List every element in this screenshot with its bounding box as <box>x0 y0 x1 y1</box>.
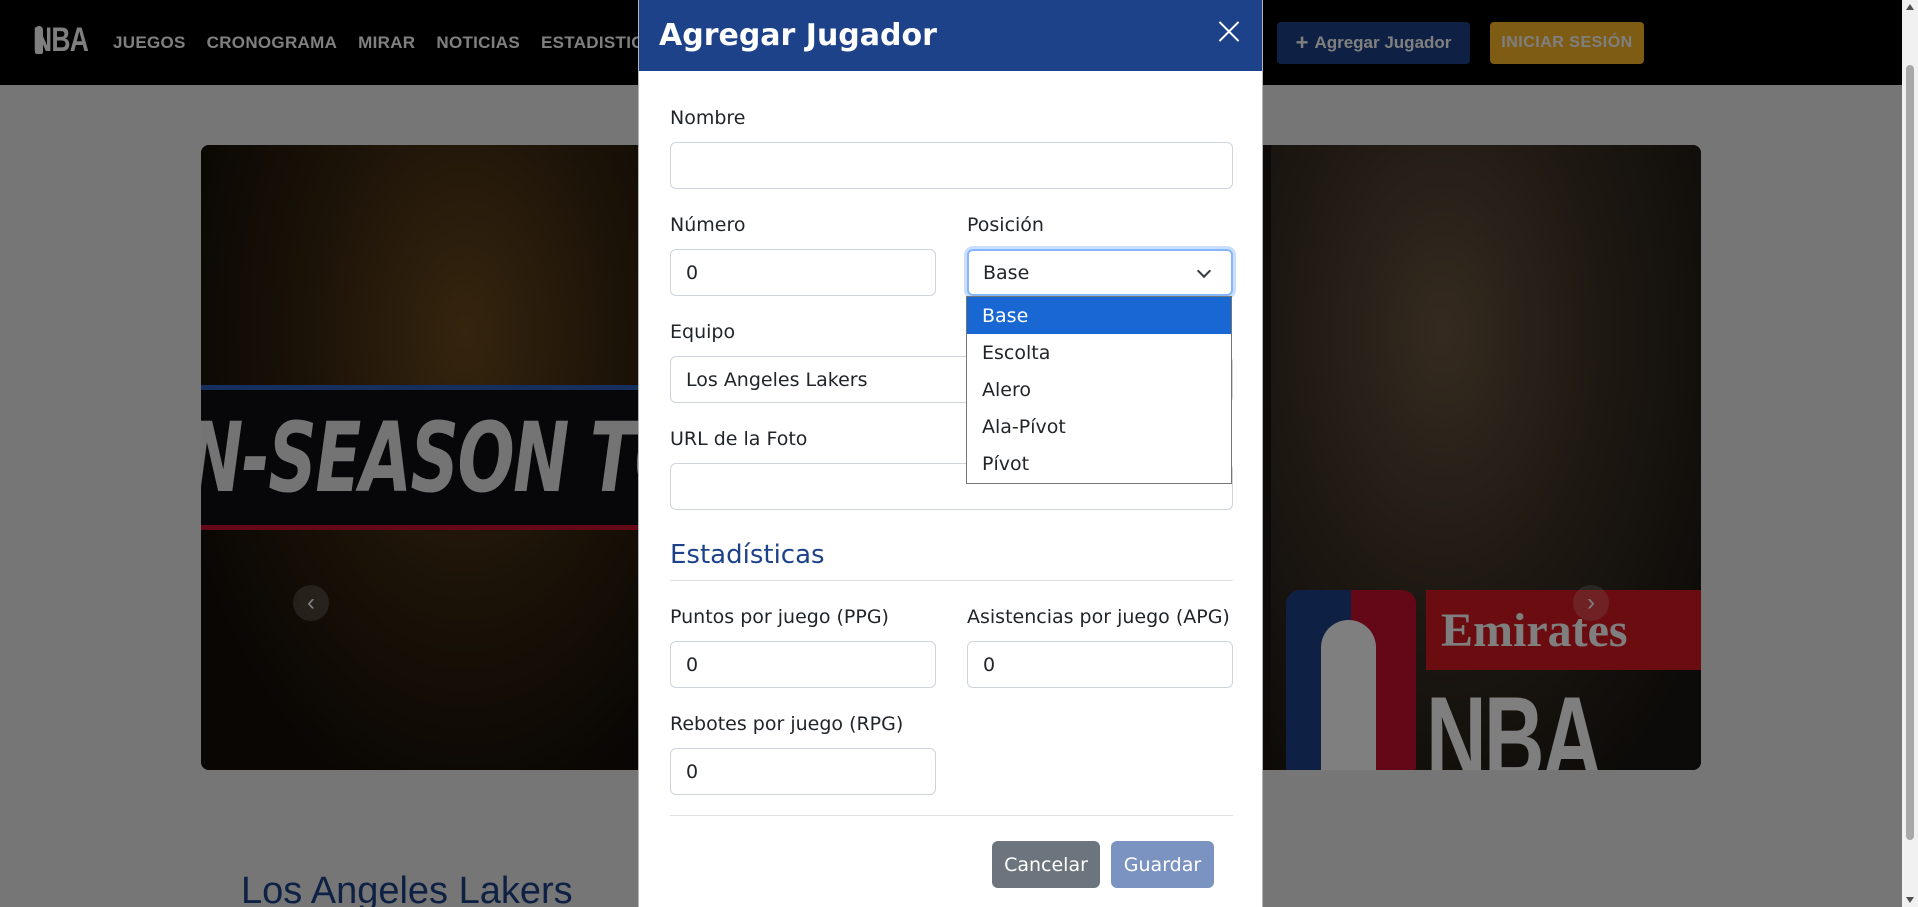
numero-input[interactable]: 0 <box>670 249 936 296</box>
dropdown-option-ala-pivot[interactable]: Ala-Pívot <box>967 408 1231 445</box>
stats-section-title: Estadísticas <box>670 540 825 570</box>
ppg-label: Puntos por juego (PPG) <box>670 606 889 628</box>
posicion-select-value: Base <box>983 261 1030 284</box>
posicion-label: Posición <box>967 214 1044 236</box>
close-icon[interactable] <box>1214 16 1244 46</box>
scroll-up-arrow-icon[interactable] <box>1906 4 1914 10</box>
apg-input[interactable]: 0 <box>967 641 1233 688</box>
dropdown-option-escolta[interactable]: Escolta <box>967 334 1231 371</box>
equipo-select-value: Los Angeles Lakers <box>686 368 868 391</box>
modal-title: Agregar Jugador <box>659 18 937 53</box>
foto-url-label: URL de la Foto <box>670 428 808 450</box>
apg-label: Asistencias por juego (APG) <box>967 606 1230 628</box>
ppg-input[interactable]: 0 <box>670 641 936 688</box>
footer-divider <box>670 815 1233 816</box>
numero-label: Número <box>670 214 746 236</box>
rpg-label: Rebotes por juego (RPG) <box>670 713 904 735</box>
dropdown-option-alero[interactable]: Alero <box>967 371 1231 408</box>
chevron-down-icon <box>1196 263 1212 279</box>
stats-divider <box>670 580 1233 581</box>
scroll-down-arrow-icon[interactable] <box>1906 897 1914 903</box>
nombre-label: Nombre <box>670 107 746 129</box>
posicion-select[interactable]: Base <box>967 249 1233 296</box>
nombre-input[interactable] <box>670 142 1233 189</box>
page-scrollbar[interactable] <box>1902 0 1918 907</box>
rpg-input[interactable]: 0 <box>670 748 936 795</box>
posicion-dropdown-list: Base Escolta Alero Ala-Pívot Pívot <box>966 296 1232 484</box>
dropdown-option-pivot[interactable]: Pívot <box>967 445 1231 482</box>
save-button[interactable]: Guardar <box>1111 841 1214 888</box>
modal-header: Agregar Jugador <box>639 0 1262 71</box>
scroll-thumb[interactable] <box>1906 65 1914 840</box>
dropdown-option-base[interactable]: Base <box>967 297 1231 334</box>
cancel-button[interactable]: Cancelar <box>992 841 1100 888</box>
equipo-label: Equipo <box>670 321 736 343</box>
